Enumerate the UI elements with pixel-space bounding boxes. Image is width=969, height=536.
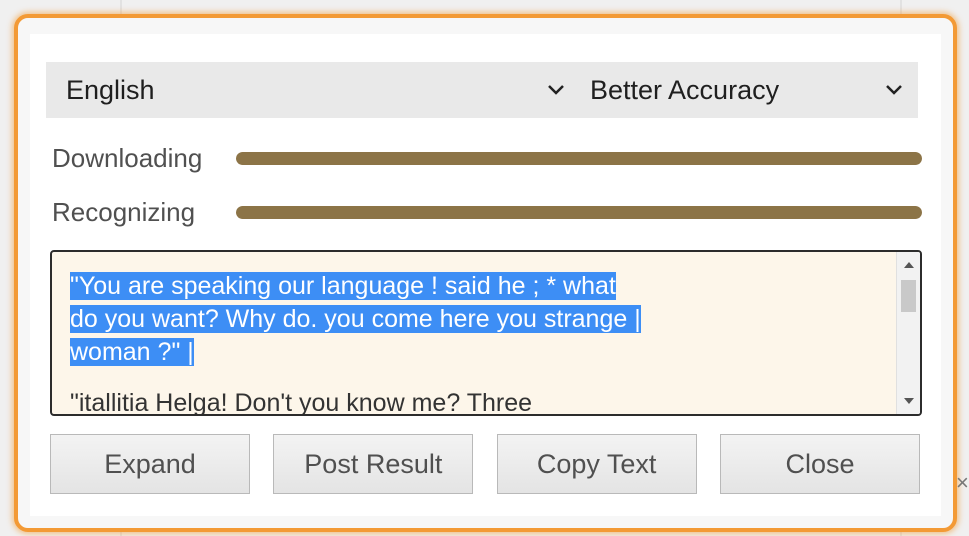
downloading-row: Downloading — [52, 138, 922, 178]
result-text: "You are speaking our language ! said he… — [70, 270, 886, 416]
scroll-thumb[interactable] — [901, 280, 916, 312]
action-buttons: Expand Post Result Copy Text Close — [50, 434, 920, 494]
selected-text-line: do you want? Why do. you come here you s… — [70, 305, 641, 333]
expand-button[interactable]: Expand — [50, 434, 250, 494]
result-text-line: "itallitia Helga! Don't you know me? Thr… — [70, 389, 533, 416]
accuracy-select-value: Better Accuracy — [590, 74, 780, 105]
options-bar: English Better Accuracy — [46, 62, 918, 118]
accuracy-select[interactable]: Better Accuracy — [588, 62, 918, 118]
language-select-value: English — [66, 74, 155, 105]
recognizing-label: Recognizing — [52, 196, 196, 227]
downloading-label: Downloading — [52, 142, 203, 173]
selected-text-line: woman ?" | — [70, 338, 194, 366]
close-button[interactable]: Close — [719, 434, 920, 494]
result-scrollbar[interactable] — [896, 252, 920, 414]
result-textarea[interactable]: "You are speaking our language ! said he… — [50, 250, 922, 416]
post-result-button[interactable]: Post Result — [273, 434, 474, 494]
recognizing-progress-bar — [236, 205, 922, 219]
selected-text-line: "You are speaking our language ! said he… — [70, 272, 616, 300]
scroll-down-icon[interactable] — [904, 398, 914, 404]
downloading-progress-bar — [236, 151, 922, 165]
recognizing-progress-fill — [236, 205, 922, 219]
downloading-progress-fill — [236, 151, 922, 165]
recognizing-row: Recognizing — [52, 192, 922, 232]
language-select[interactable]: English — [46, 62, 588, 118]
scroll-up-icon[interactable] — [904, 262, 914, 268]
close-icon[interactable]: × — [956, 470, 969, 496]
copy-text-button[interactable]: Copy Text — [496, 434, 697, 494]
chevron-down-icon — [546, 80, 566, 100]
ocr-popup: English Better Accuracy Downloading Reco… — [14, 14, 957, 532]
chevron-down-icon — [884, 80, 904, 100]
